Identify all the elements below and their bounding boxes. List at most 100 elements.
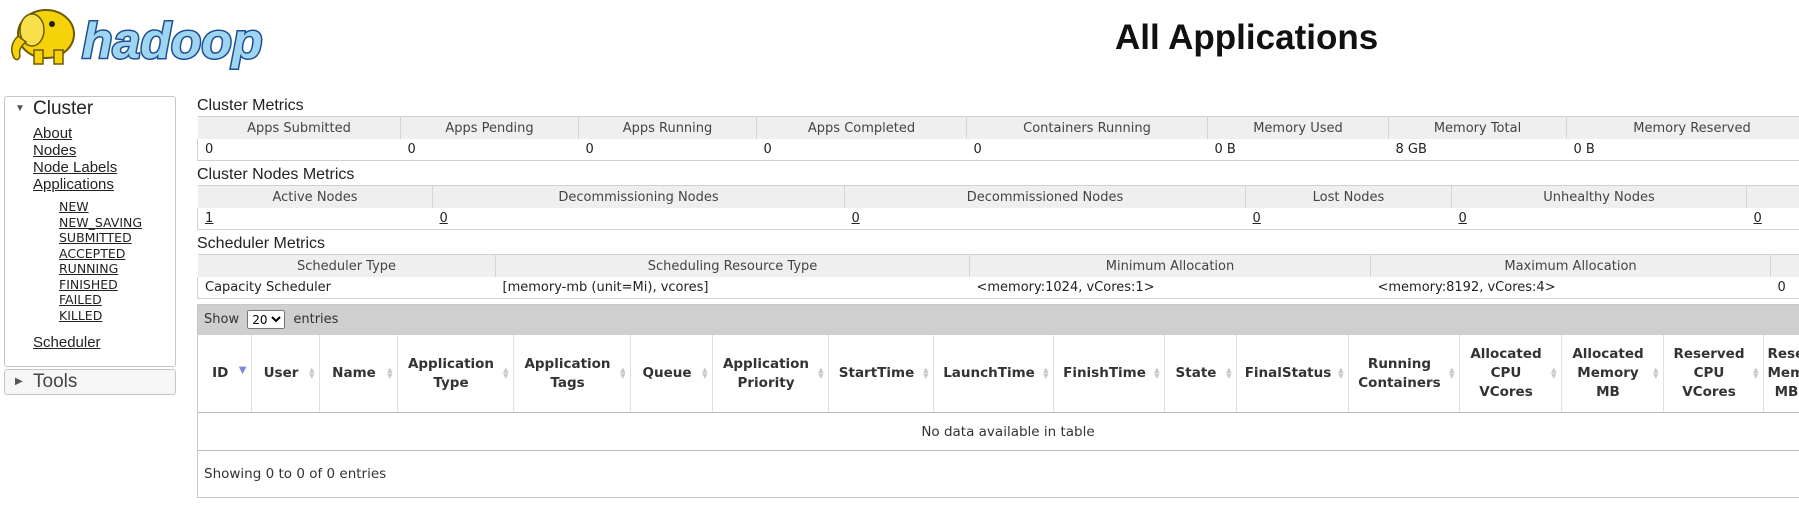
- col-running-containers[interactable]: Running Containers ▲ ▼: [1348, 335, 1460, 413]
- col-decommissioned-nodes: Decommissioned Nodes: [844, 185, 1246, 208]
- col-application-type-label: Application Type: [407, 355, 495, 391]
- sort-icon: ▲ ▼: [1653, 366, 1659, 380]
- sort-icon: ▲ ▼: [923, 366, 929, 380]
- val-memory-total: 8 GB: [1395, 142, 1427, 157]
- sort-icon: ▲ ▼: [1551, 366, 1557, 380]
- col-reserved-memory-mb[interactable]: Reserved Memory MB: [1763, 335, 1799, 413]
- col-finish-time[interactable]: FinishTime ▲ ▼: [1053, 335, 1165, 413]
- col-launch-time-label: LaunchTime: [943, 365, 1035, 381]
- col-id[interactable]: ID ▼: [198, 335, 252, 413]
- applications-table-wrapper: Show 20 entries ID ▼ User ▲ ▼ Name ▲ ▼ Applic…: [197, 304, 1799, 498]
- sort-descending-icon: ▼: [238, 365, 247, 376]
- sort-icon: ▲ ▼: [702, 366, 708, 380]
- nav-link-node-labels[interactable]: Node Labels: [33, 159, 175, 176]
- val-maximum-allocation: <memory:8192, vCores:4>: [1377, 280, 1556, 295]
- nav-state-accepted[interactable]: ACCEPTED: [59, 246, 175, 262]
- col-reserved-cpu-vcores-label: Reserved CPU VCores: [1673, 346, 1745, 400]
- col-user[interactable]: User ▲ ▼: [251, 335, 320, 413]
- sort-icon: ▲ ▼: [387, 366, 393, 380]
- table-info: Showing 0 to 0 of 0 entries: [204, 466, 387, 482]
- col-allocated-memory-mb-label: Allocated Memory MB: [1572, 346, 1644, 400]
- sort-icon: ▲ ▼: [620, 366, 626, 380]
- sort-icon: ▲ ▼: [503, 366, 509, 380]
- col-allocated-cpu-vcores-label: Allocated CPU VCores: [1470, 346, 1542, 400]
- nav-state-failed[interactable]: FAILED: [59, 292, 175, 308]
- col-application-priority-label: Application Priority: [722, 355, 810, 391]
- nav-state-new-saving[interactable]: NEW_SAVING: [59, 215, 175, 231]
- col-state[interactable]: State ▲ ▼: [1164, 335, 1237, 413]
- link-active-nodes[interactable]: 1: [205, 211, 213, 226]
- col-start-time[interactable]: StartTime ▲ ▼: [828, 335, 934, 413]
- col-lost-nodes: Lost Nodes: [1245, 185, 1452, 208]
- col-scheduling-resource-type: Scheduling Resource Type: [495, 254, 970, 277]
- nav-link-applications[interactable]: Applications: [33, 176, 175, 193]
- col-id-label: ID: [212, 365, 229, 381]
- nodes-metrics-title: Cluster Nodes Metrics: [197, 166, 355, 183]
- nav-state-killed[interactable]: KILLED: [59, 308, 175, 324]
- tools-accordion-header[interactable]: ▶ Tools: [4, 369, 176, 395]
- col-allocated-cpu-vcores[interactable]: Allocated CPU VCores ▲ ▼: [1459, 335, 1562, 413]
- val-memory-reserved: 0 B: [1573, 142, 1595, 157]
- col-launch-time[interactable]: LaunchTime ▲ ▼: [933, 335, 1054, 413]
- col-rebooted-nodes: [1746, 185, 1799, 208]
- nav-link-about[interactable]: About: [33, 125, 175, 142]
- applications-table: ID ▼ User ▲ ▼ Name ▲ ▼ Application Type ▲ ▼ App…: [198, 335, 1799, 451]
- col-memory-used: Memory Used: [1207, 116, 1389, 139]
- page-title: All Applications: [1115, 18, 1379, 57]
- col-state-label: State: [1175, 365, 1217, 381]
- col-minimum-allocation: Minimum Allocation: [969, 254, 1371, 277]
- col-queue[interactable]: Queue ▲ ▼: [630, 335, 713, 413]
- val-containers-running: 0: [973, 142, 982, 157]
- col-application-priority[interactable]: Application Priority ▲ ▼: [712, 335, 829, 413]
- col-active-nodes: Active Nodes: [197, 185, 433, 208]
- nav-state-running[interactable]: RUNNING: [59, 261, 175, 277]
- entries-per-page-select[interactable]: 20: [247, 310, 286, 329]
- hadoop-logo: hadoop: [11, 9, 264, 71]
- col-max-cluster-priority: [1770, 254, 1799, 277]
- val-apps-submitted: 0: [205, 142, 214, 157]
- col-maximum-allocation: Maximum Allocation: [1370, 254, 1771, 277]
- col-apps-completed: Apps Completed: [756, 116, 967, 139]
- cluster-metrics-title: Cluster Metrics: [197, 97, 304, 114]
- col-application-tags[interactable]: Application Tags ▲ ▼: [513, 335, 631, 413]
- val-memory-used: 0 B: [1214, 142, 1236, 157]
- val-apps-pending: 0: [407, 142, 416, 157]
- col-apps-running: Apps Running: [578, 116, 757, 139]
- col-memory-total: Memory Total: [1388, 116, 1567, 139]
- col-containers-running: Containers Running: [966, 116, 1208, 139]
- col-application-type[interactable]: Application Type ▲ ▼: [397, 335, 514, 413]
- sort-icon: ▲ ▼: [818, 366, 824, 380]
- nav-state-submitted[interactable]: SUBMITTED: [59, 230, 175, 246]
- triangle-down-icon: ▼: [15, 103, 25, 114]
- nav-link-nodes[interactable]: Nodes: [33, 142, 175, 159]
- col-name[interactable]: Name ▲ ▼: [319, 335, 398, 413]
- col-allocated-memory-mb[interactable]: Allocated Memory MB ▲ ▼: [1561, 335, 1664, 413]
- show-label: Show: [204, 312, 240, 327]
- nav-link-scheduler[interactable]: Scheduler: [33, 334, 175, 351]
- link-unhealthy-nodes[interactable]: 0: [1459, 211, 1467, 226]
- triangle-right-icon: ▶: [15, 376, 23, 387]
- nav-state-finished[interactable]: FINISHED: [59, 277, 175, 293]
- link-decommissioned-nodes[interactable]: 0: [852, 211, 860, 226]
- col-final-status[interactable]: FinalStatus ▲ ▼: [1236, 335, 1349, 413]
- sort-icon: ▲ ▼: [1226, 366, 1232, 380]
- col-running-containers-label: Running Containers: [1358, 355, 1441, 391]
- col-queue-label: Queue: [642, 365, 692, 381]
- col-decommissioning-nodes: Decommissioning Nodes: [432, 185, 845, 208]
- link-lost-nodes[interactable]: 0: [1253, 211, 1261, 226]
- val-scheduling-resource-type: [memory-mb (unit=Mi), vcores]: [502, 280, 709, 295]
- col-finish-time-label: FinishTime: [1063, 365, 1146, 381]
- col-reserved-cpu-vcores[interactable]: Reserved CPU VCores ▲ ▼: [1663, 335, 1764, 413]
- cluster-accordion-header[interactable]: ▼ Cluster: [4, 96, 176, 121]
- sidebar-nav: ▼ Cluster About Nodes Node Labels Applica…: [4, 96, 176, 395]
- cluster-label: Cluster: [33, 98, 94, 120]
- link-decommissioning-nodes[interactable]: 0: [440, 211, 448, 226]
- cluster-metrics-table: Apps Submitted Apps Pending Apps Running…: [197, 116, 1799, 161]
- main-content: Cluster Metrics Apps Submitted Apps Pend…: [197, 96, 1799, 498]
- link-rebooted-nodes[interactable]: 0: [1754, 211, 1762, 226]
- table-length-control: Show 20 entries: [198, 305, 1799, 335]
- nav-state-new[interactable]: NEW: [59, 199, 175, 215]
- val-apps-running: 0: [585, 142, 594, 157]
- col-application-tags-label: Application Tags: [524, 355, 611, 391]
- val-max-cluster-priority: 0: [1777, 280, 1786, 295]
